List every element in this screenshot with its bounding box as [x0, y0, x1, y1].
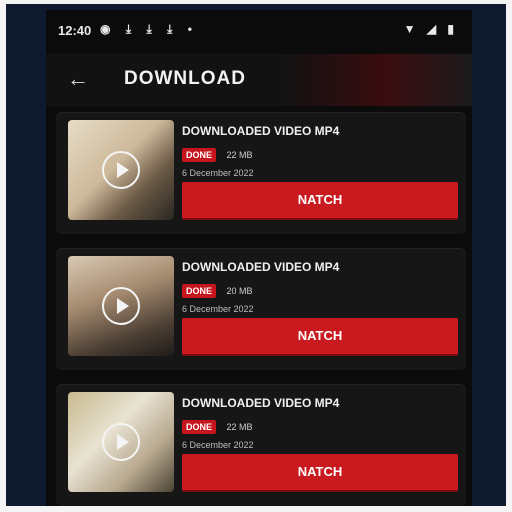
- download-card[interactable]: DOWNLOADED VIDEO MP4 DONE 22 MB 6 Decemb…: [56, 112, 466, 234]
- status-badge: DONE: [182, 147, 217, 162]
- video-thumbnail[interactable]: [68, 392, 174, 492]
- download-info: DOWNLOADED VIDEO MP4 DONE 22 MB 6 Decemb…: [182, 124, 458, 178]
- download-meta: DONE 22 MB: [182, 418, 458, 434]
- app-bar: ← DOWNLOAD: [46, 54, 472, 106]
- play-icon[interactable]: [102, 423, 140, 461]
- page-title: DOWNLOAD: [124, 68, 246, 89]
- dot-icon: •: [187, 22, 198, 36]
- file-size: 22 MB: [226, 421, 253, 432]
- status-bar: 12:40 ◉ ⤓ ⤓ ⤓ • ▼ ◢ ▮: [46, 10, 472, 54]
- download-meta: DONE 22 MB: [182, 146, 458, 162]
- video-title: DOWNLOADED VIDEO MP4: [182, 124, 340, 138]
- video-thumbnail[interactable]: [68, 120, 174, 220]
- video-title: DOWNLOADED VIDEO MP4: [182, 260, 340, 274]
- battery-icon: ▮: [447, 22, 458, 36]
- wifi-icon: ▼: [403, 22, 420, 36]
- file-size: 20 MB: [226, 285, 253, 296]
- status-system-icons: ▼ ◢ ▮: [404, 22, 458, 36]
- download-card[interactable]: DOWNLOADED VIDEO MP4 DONE 22 MB 6 Decemb…: [56, 384, 466, 506]
- download-icon: ⤓: [167, 22, 179, 36]
- status-time: 12:40: [58, 23, 92, 38]
- download-info: DOWNLOADED VIDEO MP4 DONE 20 MB 6 Decemb…: [182, 260, 458, 314]
- watch-button[interactable]: NATCH: [182, 182, 458, 218]
- download-icon: ⤓: [125, 22, 138, 36]
- download-date: 6 December 2022: [182, 304, 254, 314]
- phone-screen: 12:40 ◉ ⤓ ⤓ ⤓ • ▼ ◢ ▮ ← DOWNLOAD DOWNLOA…: [46, 10, 472, 506]
- play-icon[interactable]: [102, 151, 140, 189]
- status-badge: DONE: [182, 283, 217, 298]
- watch-button[interactable]: NATCH: [182, 454, 458, 490]
- signal-icon: ◢: [426, 22, 441, 36]
- file-size: 22 MB: [226, 149, 253, 160]
- download-date: 6 December 2022: [182, 168, 254, 178]
- download-icon: ⤓: [146, 22, 158, 36]
- status-notification-icons: ◉ ⤓ ⤓ ⤓ •: [100, 22, 198, 37]
- video-thumbnail[interactable]: [68, 256, 174, 356]
- download-meta: DONE 20 MB: [182, 282, 458, 298]
- play-icon[interactable]: [102, 287, 140, 325]
- back-arrow-icon[interactable]: ←: [64, 65, 92, 93]
- video-title: DOWNLOADED VIDEO MP4: [182, 396, 340, 410]
- status-badge: DONE: [182, 419, 217, 434]
- download-card[interactable]: DOWNLOADED VIDEO MP4 DONE 20 MB 6 Decemb…: [56, 248, 466, 370]
- download-info: DOWNLOADED VIDEO MP4 DONE 22 MB 6 Decemb…: [182, 396, 458, 450]
- location-pin-icon: ◉: [100, 22, 117, 36]
- device-frame: 12:40 ◉ ⤓ ⤓ ⤓ • ▼ ◢ ▮ ← DOWNLOAD DOWNLOA…: [6, 4, 506, 506]
- watch-button[interactable]: NATCH: [182, 318, 458, 354]
- download-date: 6 December 2022: [182, 440, 254, 450]
